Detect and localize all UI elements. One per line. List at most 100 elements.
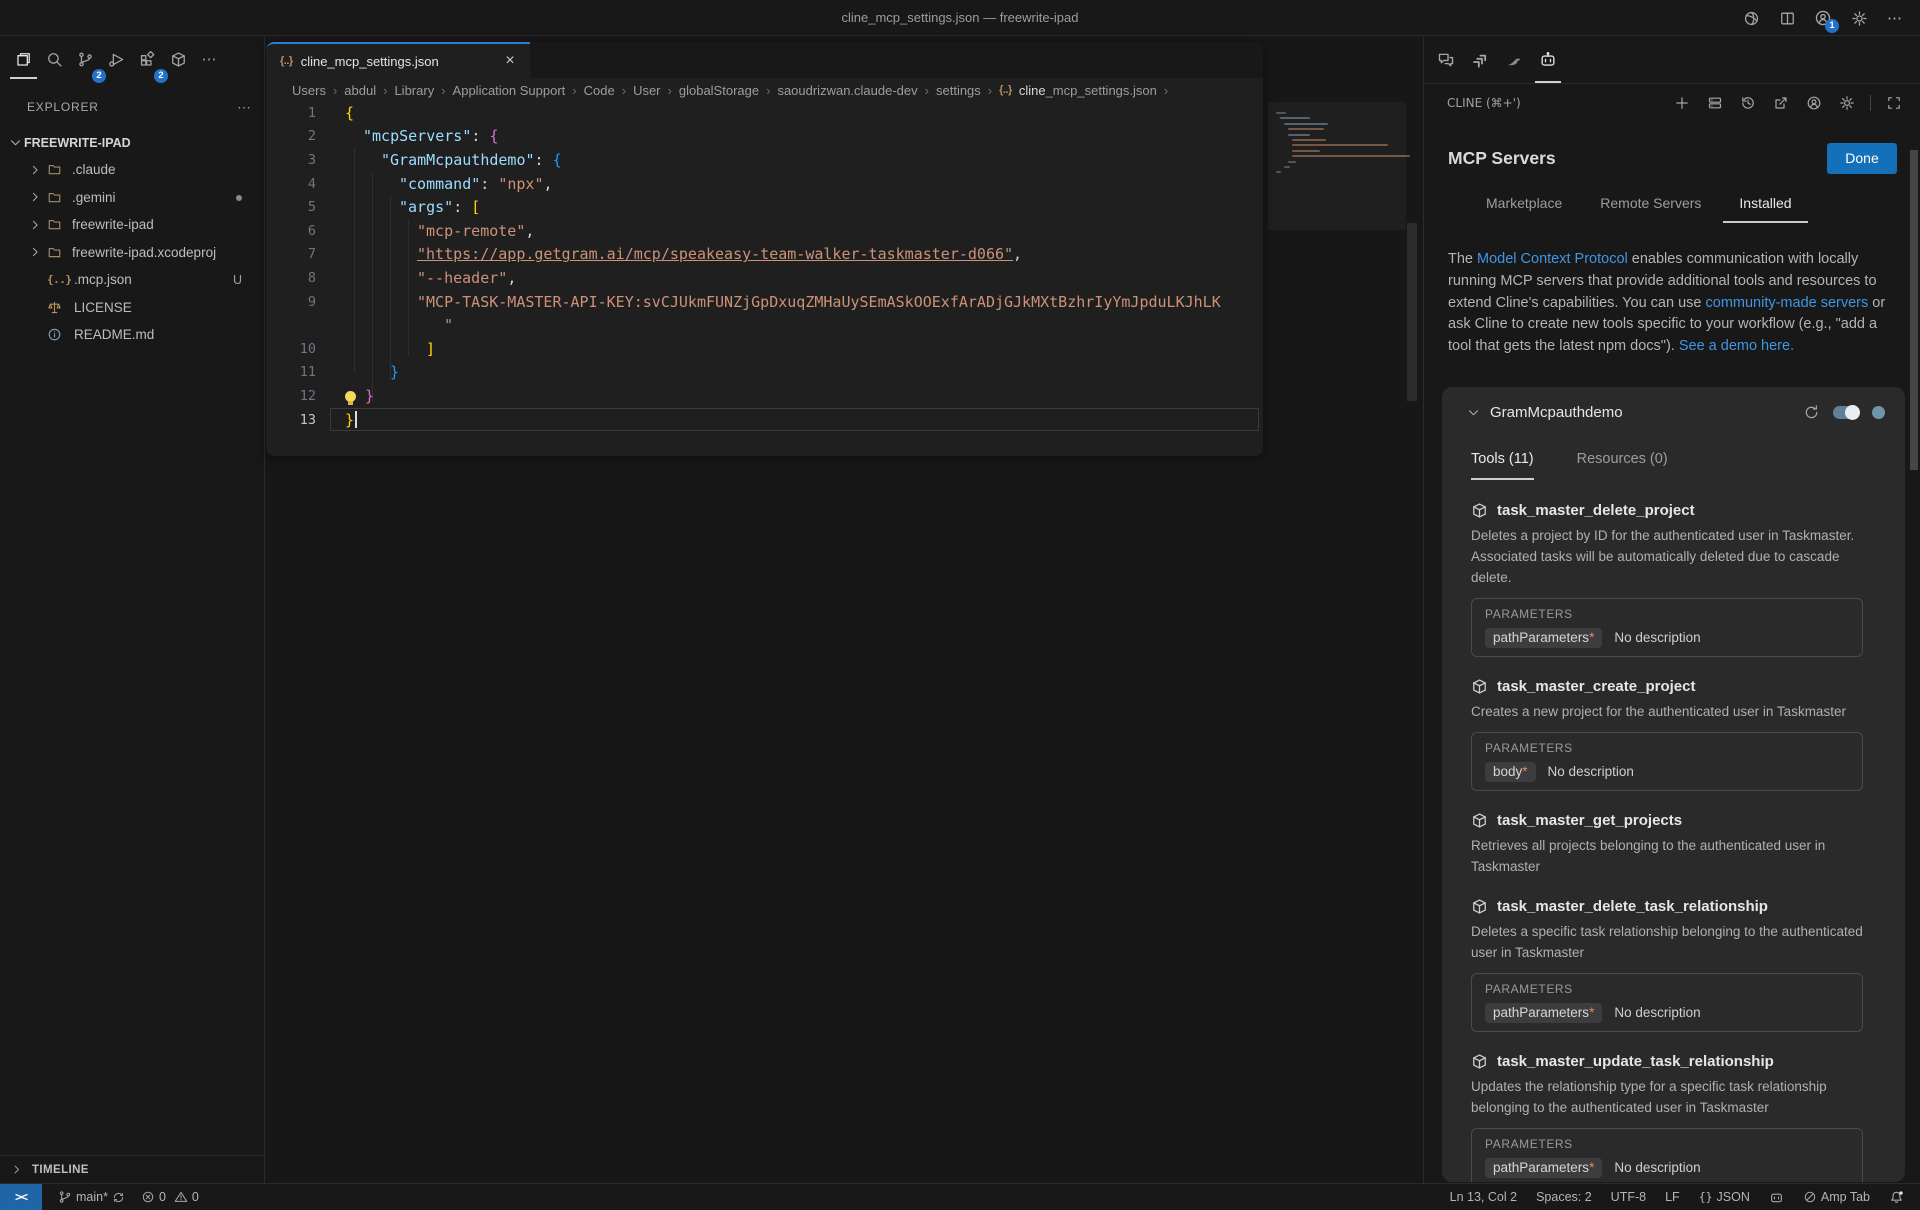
tool-cube-icon — [1471, 812, 1488, 829]
tab-marketplace[interactable]: Marketplace — [1470, 183, 1578, 223]
file-tree: FREEWRITE-IPAD .claude .gemini freewrite… — [0, 129, 264, 349]
account-icon[interactable] — [1802, 91, 1826, 115]
open-in-editor-icon[interactable] — [1769, 91, 1793, 115]
tool-name: task_master_get_projects — [1497, 812, 1682, 829]
fast-forward-view-icon[interactable] — [1463, 37, 1497, 83]
code-line: 11} — [266, 361, 1263, 385]
activity-remote-explorer-icon[interactable] — [163, 39, 194, 79]
breadcrumb-item[interactable]: Code — [584, 83, 615, 98]
more-actions-icon[interactable]: ⋯ — [1884, 7, 1906, 29]
code-line: 3"GramMcpauthdemo": { — [266, 148, 1263, 172]
activity-run-debug-icon[interactable] — [101, 39, 132, 79]
tree-root-freewrite-ipad[interactable]: FREEWRITE-IPAD — [0, 129, 264, 156]
info-icon — [47, 327, 69, 342]
explorer-more-icon[interactable]: ⋯ — [237, 99, 252, 116]
git-branch-status[interactable]: main* — [52, 1186, 131, 1208]
breadcrumb-item[interactable]: Library — [394, 83, 434, 98]
server-status-dot — [1872, 406, 1885, 419]
activity-extensions-icon[interactable]: 2 — [132, 39, 163, 79]
breadcrumb-item[interactable]: Application Support — [453, 83, 566, 98]
settings-gear-icon[interactable] — [1835, 91, 1859, 115]
tree-item-license[interactable]: LICENSE — [0, 294, 264, 322]
indentation-status[interactable]: Spaces: 2 — [1530, 1186, 1598, 1208]
chat-view-icon[interactable] — [1429, 37, 1463, 83]
remote-indicator[interactable]: >< — [0, 1184, 42, 1210]
breadcrumb-file[interactable]: cline_mcp_settings.json — [1019, 83, 1157, 98]
breadcrumb-item[interactable]: abdul — [344, 83, 376, 98]
activity-explorer-icon[interactable] — [8, 39, 39, 79]
code-line: 6"mcp-remote", — [266, 219, 1263, 243]
tab-installed[interactable]: Installed — [1723, 183, 1807, 223]
account-badge: 1 — [1825, 19, 1839, 33]
explorer-header: EXPLORER ⋯ — [27, 95, 252, 119]
link-model-context-protocol[interactable]: Model Context Protocol — [1477, 251, 1628, 267]
settings-gear-icon[interactable] — [1848, 7, 1870, 29]
server-tabs: Tools (11) Resources (0) — [1471, 451, 1905, 471]
param-chip: pathParameters* — [1485, 628, 1602, 648]
warning-icon — [174, 1190, 188, 1204]
status-bar: >< main* 0 0 Ln 13, Col 2 Spaces: 2 UTF-… — [0, 1183, 1920, 1210]
breadcrumb-item[interactable]: saoudrizwan.claude-dev — [777, 83, 917, 98]
tree-item-readme[interactable]: README.md — [0, 321, 264, 349]
cline-panel: CLINE (⌘+') MCP Servers Done Marketplace… — [1423, 37, 1920, 1183]
tool-name: task_master_delete_task_relationship — [1497, 898, 1768, 915]
breadcrumb-item[interactable]: settings — [936, 83, 981, 98]
slash-circle-icon — [1803, 1190, 1817, 1204]
activity-more-icon[interactable]: ⋯ — [194, 39, 225, 79]
tree-item-freewrite-ipad[interactable]: freewrite-ipad — [0, 211, 264, 239]
folder-icon — [47, 162, 63, 177]
language-mode-status[interactable]: {} JSON — [1693, 1186, 1756, 1208]
activity-source-control-icon[interactable]: 2 — [70, 39, 101, 79]
editor-scrollbar[interactable] — [1407, 223, 1417, 401]
divider — [1870, 95, 1871, 111]
tab-tools[interactable]: Tools (11) — [1471, 451, 1534, 471]
json-file-icon: {..} — [280, 55, 293, 67]
eol-status[interactable]: LF — [1659, 1186, 1686, 1208]
split-editor-icon[interactable] — [1776, 7, 1798, 29]
tool-cube-icon — [1471, 898, 1488, 915]
mcp-servers-icon[interactable] — [1703, 91, 1727, 115]
copilot-status-icon[interactable] — [1763, 1186, 1790, 1208]
panel-scrollbar[interactable] — [1910, 150, 1918, 470]
lightbulb-icon[interactable] — [345, 391, 356, 402]
tool-description: Retrieves all projects belonging to the … — [1471, 835, 1863, 877]
tab-cline-mcp-settings[interactable]: {..} cline_mcp_settings.json × — [266, 42, 530, 78]
link-community-servers[interactable]: community-made servers — [1706, 295, 1869, 311]
encoding-status[interactable]: UTF-8 — [1605, 1186, 1652, 1208]
account-icon[interactable]: 1 — [1812, 7, 1834, 29]
close-icon[interactable]: × — [500, 52, 520, 70]
kangaroo-view-icon[interactable] — [1497, 37, 1531, 83]
tool-item: task_master_create_project Creates a new… — [1471, 677, 1863, 791]
tree-item-xcodeproj[interactable]: freewrite-ipad.xcodeproj — [0, 239, 264, 267]
amp-tab-status[interactable]: Amp Tab — [1797, 1186, 1876, 1208]
cline-robot-view-icon[interactable] — [1531, 37, 1565, 83]
server-enabled-toggle[interactable] — [1833, 406, 1859, 419]
tab-resources[interactable]: Resources (0) — [1577, 451, 1668, 471]
activity-search-icon[interactable] — [39, 39, 70, 79]
restart-server-icon[interactable] — [1803, 404, 1820, 421]
tab-remote-servers[interactable]: Remote Servers — [1584, 183, 1717, 223]
cursor-position-status[interactable]: Ln 13, Col 2 — [1444, 1186, 1523, 1208]
done-button[interactable]: Done — [1827, 143, 1897, 174]
tool-item: task_master_get_projects Retrieves all p… — [1471, 811, 1863, 877]
code-editor[interactable]: 1{ 2"mcpServers": { 3"GramMcpauthdemo": … — [266, 101, 1263, 456]
breadcrumb-item[interactable]: Users — [292, 83, 326, 98]
sync-icon — [112, 1191, 125, 1204]
copilot-icon[interactable] — [1740, 7, 1762, 29]
tree-item-claude[interactable]: .claude — [0, 156, 264, 184]
vscode-window: cline_mcp_settings.json — freewrite-ipad… — [0, 0, 1920, 1210]
timeline-section[interactable]: TIMELINE — [0, 1155, 264, 1183]
history-icon[interactable] — [1736, 91, 1760, 115]
breadcrumb-item[interactable]: User — [633, 83, 660, 98]
explorer-title: EXPLORER — [27, 100, 99, 114]
new-task-icon[interactable] — [1670, 91, 1694, 115]
notifications-bell-icon[interactable] — [1883, 1186, 1910, 1208]
minimap[interactable] — [1268, 102, 1406, 230]
breadcrumb-item[interactable]: globalStorage — [679, 83, 759, 98]
link-demo[interactable]: See a demo here. — [1679, 338, 1794, 354]
problems-status[interactable]: 0 0 — [135, 1186, 205, 1208]
tree-item-gemini[interactable]: .gemini — [0, 184, 264, 212]
chevron-down-icon[interactable] — [1466, 405, 1481, 420]
tree-item-mcp-json[interactable]: {..} .mcp.json U — [0, 266, 264, 294]
expand-icon[interactable] — [1882, 91, 1906, 115]
